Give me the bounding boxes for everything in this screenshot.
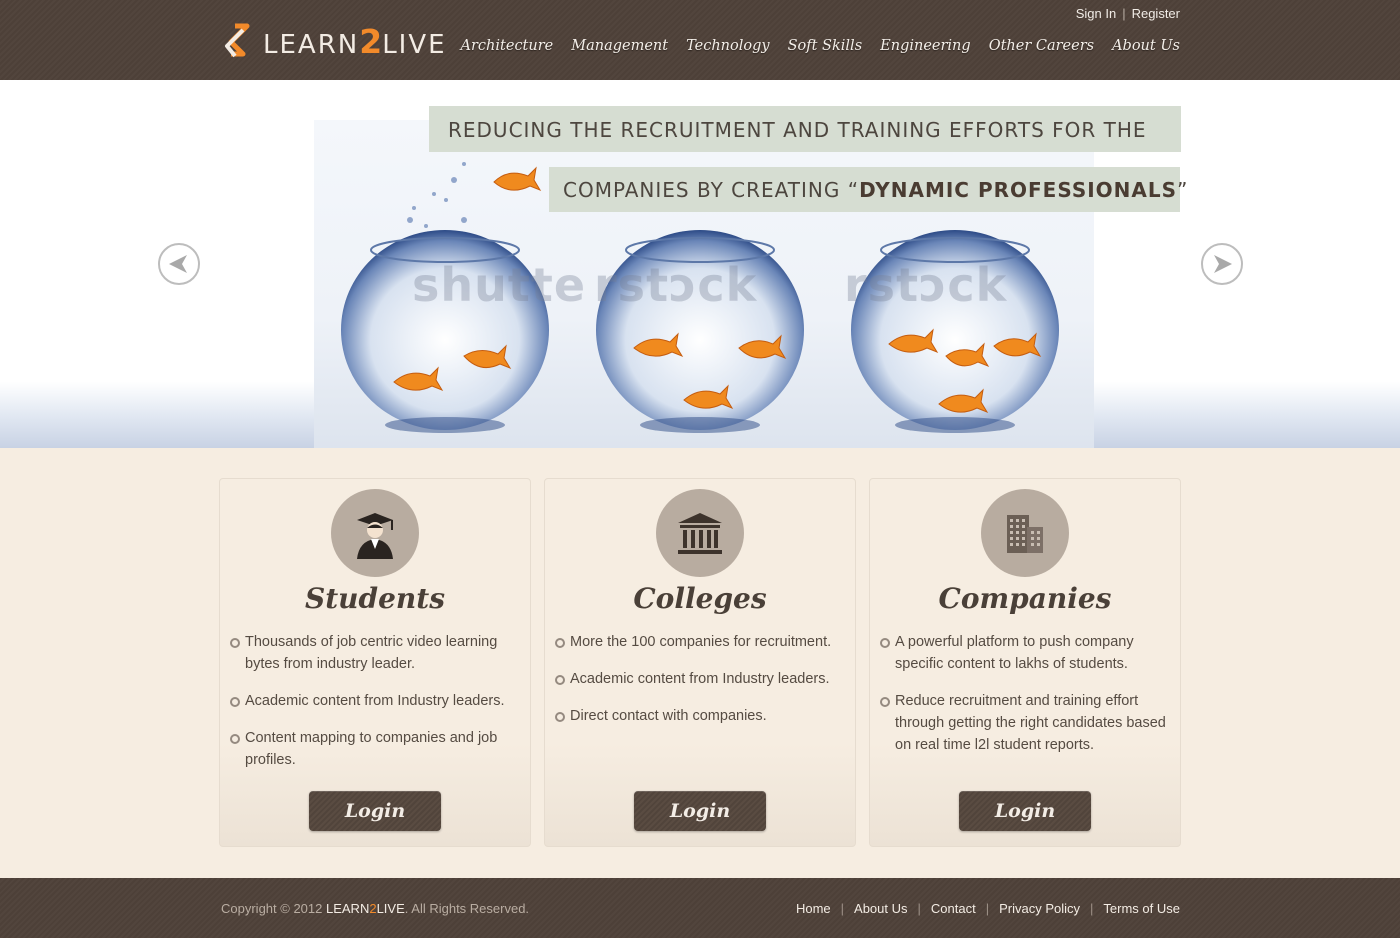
hero-caption-highlight: DYNAMIC PROFESSIONALS [859,178,1178,202]
college-building-icon [678,513,722,554]
footer-brand-two: 2 [369,901,377,916]
register-link[interactable]: Register [1132,6,1180,21]
companies-card-icon-circle [981,489,1069,577]
account-links: Sign In | Register [1076,6,1180,21]
footer-separator: | [917,901,921,916]
footer-link-contact[interactable]: Contact [931,901,976,916]
footer-separator: | [985,901,990,916]
colleges-card: Colleges More the 100 companies for recr… [544,478,856,847]
watermark-text-3: rstɔck [844,258,1008,312]
companies-card-features: A powerful platform to push company spec… [880,631,1170,771]
hero-caption-line-1: REDUCING THE RECRUITMENT AND TRAINING EF… [429,106,1181,152]
copyright-text: Copyright © 2012 LEARN2LIVE. All Rights … [221,901,529,916]
main-nav: Architecture Management Technology Soft … [461,38,1180,54]
hero-caption-line-2-prefix: COMPANIES BY CREATING “ [563,178,860,202]
students-login-button[interactable]: Login [309,791,441,831]
list-item: Direct contact with companies. [555,705,845,727]
companies-login-button[interactable]: Login [959,791,1091,831]
chevron-right-icon [1214,255,1232,273]
nav-item-architecture[interactable]: Architecture [461,38,554,54]
students-card-icon-circle [331,489,419,577]
list-item: Content mapping to companies and job pro… [230,727,520,771]
list-item: More the 100 companies for recruitment. [555,631,845,653]
list-item: Thousands of job centric video learning … [230,631,520,675]
colleges-card-icon-circle [656,489,744,577]
colleges-login-button[interactable]: Login [634,791,766,831]
nav-item-soft-skills[interactable]: Soft Skills [788,38,863,54]
footer-brand-live: LIVE [376,901,405,916]
slider-prev-button[interactable] [158,243,200,285]
students-card-title: Students [305,582,445,615]
copyright-prefix: Copyright © 2012 [221,901,326,916]
colleges-card-features: More the 100 companies for recruitment. … [555,631,845,742]
hero-caption-line-2-suffix: ” [1177,178,1189,202]
list-item: Reduce recruitment and training effort t… [880,690,1170,756]
nav-item-about-us[interactable]: About Us [1112,38,1180,54]
sign-in-link[interactable]: Sign In [1076,6,1116,21]
audience-cards: Students Thousands of job centric video … [219,478,1181,847]
students-card-features: Thousands of job centric video learning … [230,631,520,786]
account-links-separator: | [1122,6,1126,21]
slider-next-button[interactable] [1201,243,1243,285]
companies-card-title: Companies [938,582,1112,615]
site-header: LEARN2LIVE Sign In | Register Architectu… [0,0,1400,80]
list-item: Academic content from Industry leaders. [230,690,520,712]
graduate-icon [357,513,393,559]
footer-brand: LEARN2LIVE [326,901,405,916]
hero-caption-line-2: COMPANIES BY CREATING “DYNAMIC PROFESSIO… [549,167,1187,212]
logo[interactable]: LEARN2LIVE [221,20,447,62]
logo-text-learn: LEARN [263,29,360,60]
nav-item-technology[interactable]: Technology [686,38,770,54]
logo-text-live: LIVE [382,29,447,60]
nav-item-management[interactable]: Management [571,38,668,54]
chevron-left-icon [169,255,187,273]
site-footer: Copyright © 2012 LEARN2LIVE. All Rights … [0,878,1400,938]
logo-text-two: 2 [359,21,383,61]
hero-slider: shutte rstɔck rstɔck REDUCING THE RECRUI… [0,80,1400,448]
footer-brand-learn: LEARN [325,901,370,916]
companies-card: Companies A powerful platform to push co… [869,478,1181,847]
nav-item-other-careers[interactable]: Other Careers [989,38,1094,54]
footer-link-about-us[interactable]: About Us [854,901,907,916]
students-card: Students Thousands of job centric video … [219,478,531,847]
list-item: A powerful platform to push company spec… [880,631,1170,675]
footer-separator: | [1090,901,1094,916]
watermark-text-1: shutte [412,258,587,312]
copyright-suffix: . All Rights Reserved. [404,901,530,916]
nav-item-engineering[interactable]: Engineering [880,38,971,54]
logo-mark-icon [225,23,250,58]
list-item: Academic content from Industry leaders. [555,668,845,690]
footer-link-privacy-policy[interactable]: Privacy Policy [999,901,1080,916]
office-buildings-icon [1007,515,1043,553]
footer-separator: | [840,901,845,916]
footer-nav: Home | About Us | Contact | Privacy Poli… [796,901,1180,916]
footer-link-terms-of-use[interactable]: Terms of Use [1103,901,1180,916]
watermark-text-2: rstɔck [594,258,758,312]
colleges-card-title: Colleges [633,582,767,615]
logo-text: LEARN2LIVE [263,22,447,61]
footer-link-home[interactable]: Home [796,901,831,916]
